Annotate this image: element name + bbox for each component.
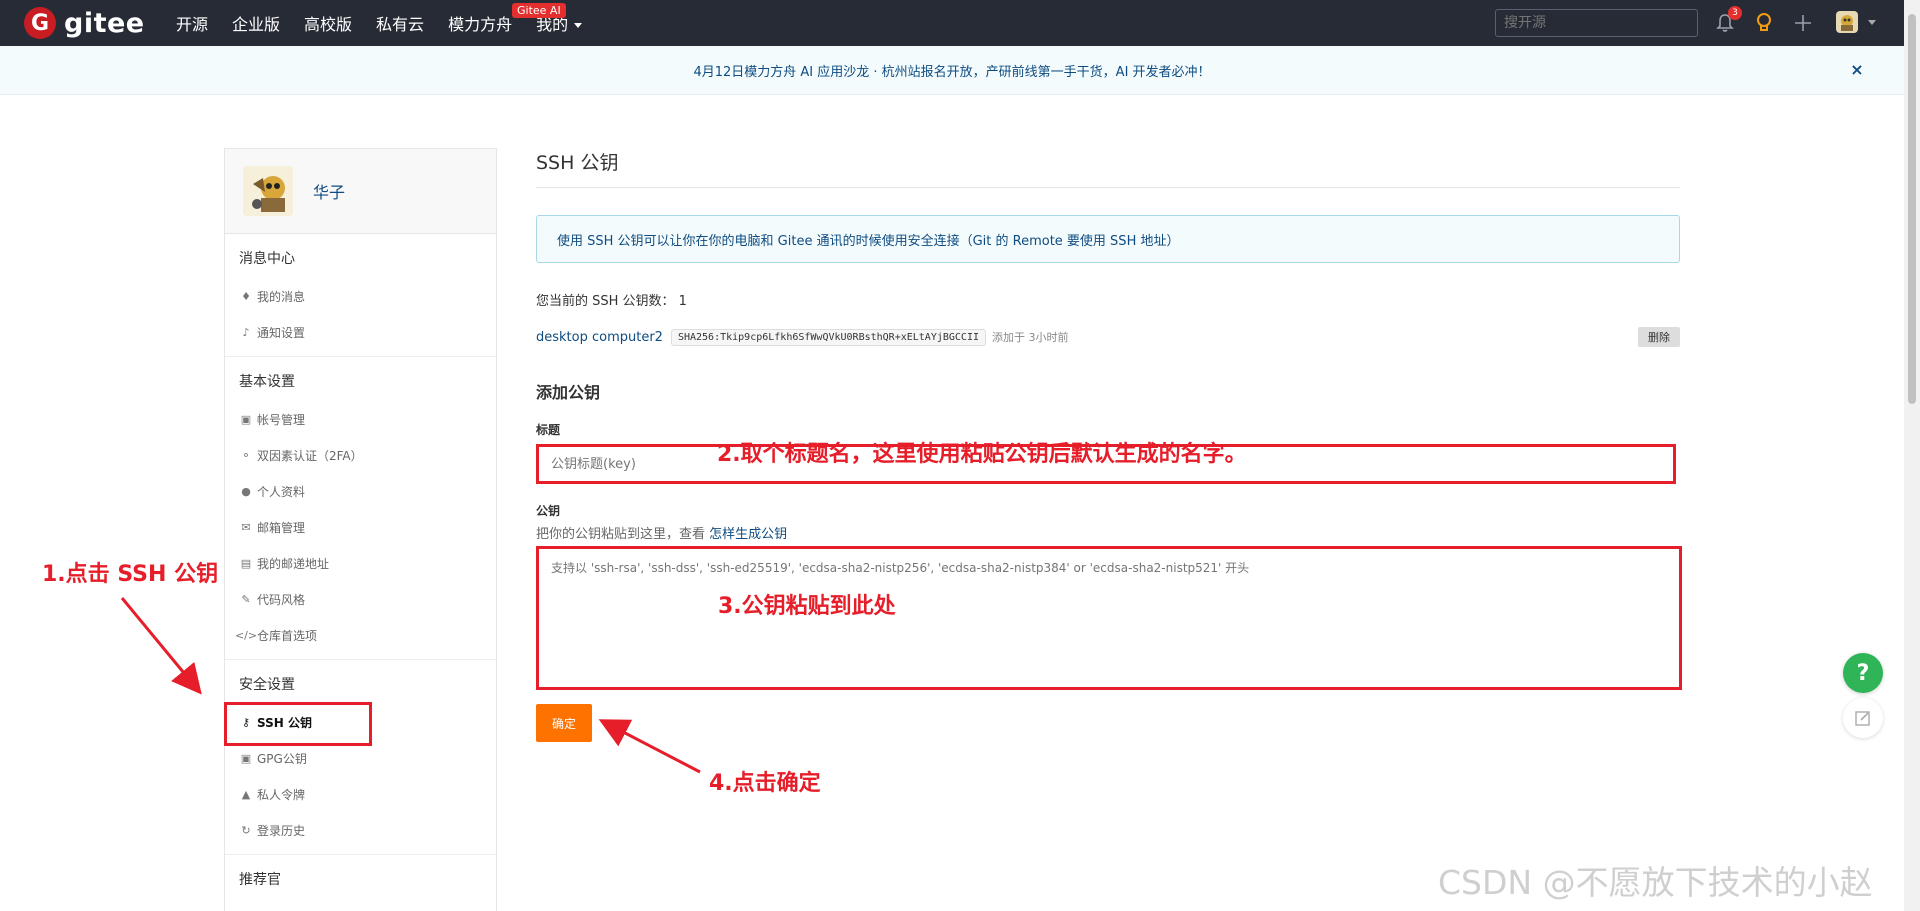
close-icon[interactable]: ×	[1848, 61, 1866, 79]
nav-link-enterprise[interactable]: 企业版	[232, 11, 280, 35]
gitee-ai-badge[interactable]: Gitee AI	[512, 3, 566, 18]
nav-link-opensource[interactable]: 开源	[176, 11, 208, 35]
pubkey-help-text: 把你的公钥粘贴到这里，查看	[536, 527, 710, 542]
sidebar-item-label: 邮箱管理	[257, 520, 306, 535]
mail-icon: ✉	[241, 520, 251, 534]
avatar[interactable]	[243, 166, 293, 216]
sidebar-group-security: 安全设置 ⚷ SSH 公钥 ▣ GPG公钥 ▲ 私人令牌 ↻ 登录历史	[225, 660, 496, 855]
sidebar-item-notify-settings[interactable]: ♪ 通知设置	[225, 314, 496, 350]
arrow-step1	[120, 597, 202, 695]
sidebar-group-title: 消息中心	[239, 251, 295, 267]
notification-count-badge: 3	[1728, 6, 1742, 20]
settings-sidebar: 华子 消息中心 ♦ 我的消息 ♪ 通知设置 基本设置 ▣ 帐号管理 ⚬ 双因素认证（2F…	[224, 148, 497, 911]
avatar[interactable]	[1836, 11, 1858, 33]
brush-icon: ✎	[241, 592, 251, 606]
sidebar-item-code-style[interactable]: ✎ 代码风格	[225, 581, 496, 617]
plus-icon[interactable]	[1790, 10, 1816, 36]
help-float-button[interactable]: ?	[1843, 653, 1883, 693]
sidebar-group-basic: 基本设置 ▣ 帐号管理 ⚬ 双因素认证（2FA） ● 个人资料 ✉ 邮箱管理 ▤ 我的邮递…	[225, 357, 496, 660]
sidebar-item-address[interactable]: ▤ 我的邮递地址	[225, 545, 496, 581]
chevron-down-icon[interactable]	[1868, 20, 1876, 25]
sidebar-item-label: 仓库首选项	[257, 628, 318, 643]
sidebar-item-ssh-keys[interactable]: ⚷ SSH 公钥	[225, 704, 496, 740]
logo-text: gitee	[64, 7, 145, 39]
sidebar-item-tokens[interactable]: ▲ 私人令牌	[225, 776, 496, 812]
pubkey-label: 公钥	[536, 504, 561, 518]
gitee-logo[interactable]: G gitee	[24, 7, 145, 39]
user-icon: ●	[241, 484, 251, 498]
sidebar-item-login-history[interactable]: ↻ 登录历史	[225, 812, 496, 848]
ssh-info-text: 使用 SSH 公钥可以让你在你的电脑和 Gitee 通讯的时候使用安全连接（Gi…	[557, 233, 1180, 249]
address-icon: ▤	[240, 556, 252, 570]
id-card-icon: ▣	[240, 412, 252, 426]
ssh-info-box: 使用 SSH 公钥可以让你在你的电脑和 Gitee 通讯的时候使用安全连接（Gi…	[536, 215, 1680, 263]
sidebar-group-title[interactable]: 推荐官	[225, 869, 496, 889]
key-count: 您当前的 SSH 公钥数： 1	[536, 294, 687, 309]
sidebar-item-label: SSH 公钥	[257, 715, 312, 730]
sidebar-item-label: 双因素认证（2FA）	[257, 448, 363, 463]
ssh-key-name[interactable]: desktop computer2	[536, 330, 663, 345]
pubkey-help: 把你的公钥粘贴到这里，查看 怎样生成公钥	[536, 523, 1680, 542]
lock-icon: ▣	[240, 751, 252, 765]
sidebar-item-label: 我的消息	[257, 289, 306, 304]
sidebar-item-repo-prefs[interactable]: </> 仓库首选项	[225, 617, 496, 653]
nav-link-education[interactable]: 高校版	[304, 11, 352, 35]
add-key-heading: 添加公钥	[536, 383, 601, 402]
sidebar-group-referral: 推荐官	[225, 855, 496, 905]
scrollbar-thumb[interactable]	[1908, 14, 1916, 404]
pubkey-textarea[interactable]	[536, 546, 1682, 690]
sidebar-item-email[interactable]: ✉ 邮箱管理	[225, 509, 496, 545]
sidebar-item-profile[interactable]: ● 个人资料	[225, 473, 496, 509]
top-nav: G gitee 开源 企业版 高校版 私有云 模力方舟 我的 Gitee AI …	[0, 0, 1920, 46]
announcement-bar: 4月12日模力方舟 AI 应用沙龙 · 杭州站报名开放，产研前线第一手干货，AI…	[0, 46, 1904, 95]
user-shield-icon: ⚬	[241, 448, 251, 462]
annotation-step3: 3.公钥粘贴到此处	[718, 594, 896, 619]
sidebar-item-gpg-keys[interactable]: ▣ GPG公钥	[225, 740, 496, 776]
user-name[interactable]: 华子	[313, 179, 345, 203]
ssh-key-added: 添加于 3小时前	[991, 331, 1069, 344]
sidebar-item-label: 通知设置	[257, 325, 306, 340]
sidebar-item-label: 代码风格	[257, 592, 306, 607]
profile-card: 华子	[225, 149, 496, 234]
page-title: SSH 公钥	[536, 148, 1680, 188]
nav-link-private-cloud[interactable]: 私有云	[376, 11, 424, 35]
sidebar-group-messages: 消息中心 ♦ 我的消息 ♪ 通知设置	[225, 234, 496, 357]
csdn-watermark: CSDN @不愿放下技术的小赵	[1438, 863, 1873, 902]
sidebar-item-label: 私人令牌	[257, 787, 306, 802]
sidebar-item-label: 帐号管理	[257, 412, 306, 427]
sidebar-item-my-messages[interactable]: ♦ 我的消息	[225, 278, 496, 314]
logo-mark: G	[24, 7, 56, 39]
sidebar-item-label: GPG公钥	[257, 751, 307, 766]
key-icon: ⚷	[241, 715, 251, 729]
sidebar-group-title: 安全设置	[239, 677, 295, 693]
bulb-icon[interactable]	[1751, 10, 1777, 36]
feedback-edit-icon[interactable]	[1843, 698, 1883, 738]
delete-key-button[interactable]: 删除	[1638, 327, 1680, 347]
annotation-step2: 2.取个标题名，这里使用粘贴公钥后默认生成的名字。	[717, 442, 1247, 467]
history-icon: ↻	[241, 823, 251, 837]
speaker-icon: ♪	[242, 325, 250, 339]
sidebar-group-title: 基本设置	[239, 374, 295, 390]
page-scrollbar[interactable]	[1904, 0, 1920, 911]
sidebar-item-label: 个人资料	[257, 484, 306, 499]
sidebar-item-account[interactable]: ▣ 帐号管理	[225, 401, 496, 437]
announcement-text[interactable]: 4月12日模力方舟 AI 应用沙龙 · 杭州站报名开放，产研前线第一手干货，AI…	[693, 61, 1210, 80]
ssh-key-row: desktop computer2 SHA256:Tkip9cp6Lfkh6Sf…	[536, 327, 1680, 347]
chevron-down-icon	[574, 23, 583, 28]
annotation-step1: 1.点击 SSH 公钥	[42, 562, 219, 587]
sidebar-item-label: 登录历史	[257, 823, 306, 838]
ssh-key-fingerprint: SHA256:Tkip9cp6Lfkh6SfWwQVkU0RBsthQR+xEL…	[670, 328, 986, 346]
bell-icon: ♦	[241, 289, 251, 303]
search-input[interactable]	[1495, 9, 1698, 37]
code-icon: </>	[234, 628, 258, 642]
nav-link-moli[interactable]: 模力方舟	[448, 11, 512, 35]
sidebar-item-2fa[interactable]: ⚬ 双因素认证（2FA）	[225, 437, 496, 473]
token-icon: ▲	[241, 787, 251, 801]
annotation-step4: 4.点击确定	[709, 771, 821, 796]
how-to-generate-link[interactable]: 怎样生成公钥	[709, 527, 787, 542]
submit-button[interactable]: 确定	[536, 704, 592, 742]
sidebar-item-label: 我的邮递地址	[257, 556, 330, 571]
